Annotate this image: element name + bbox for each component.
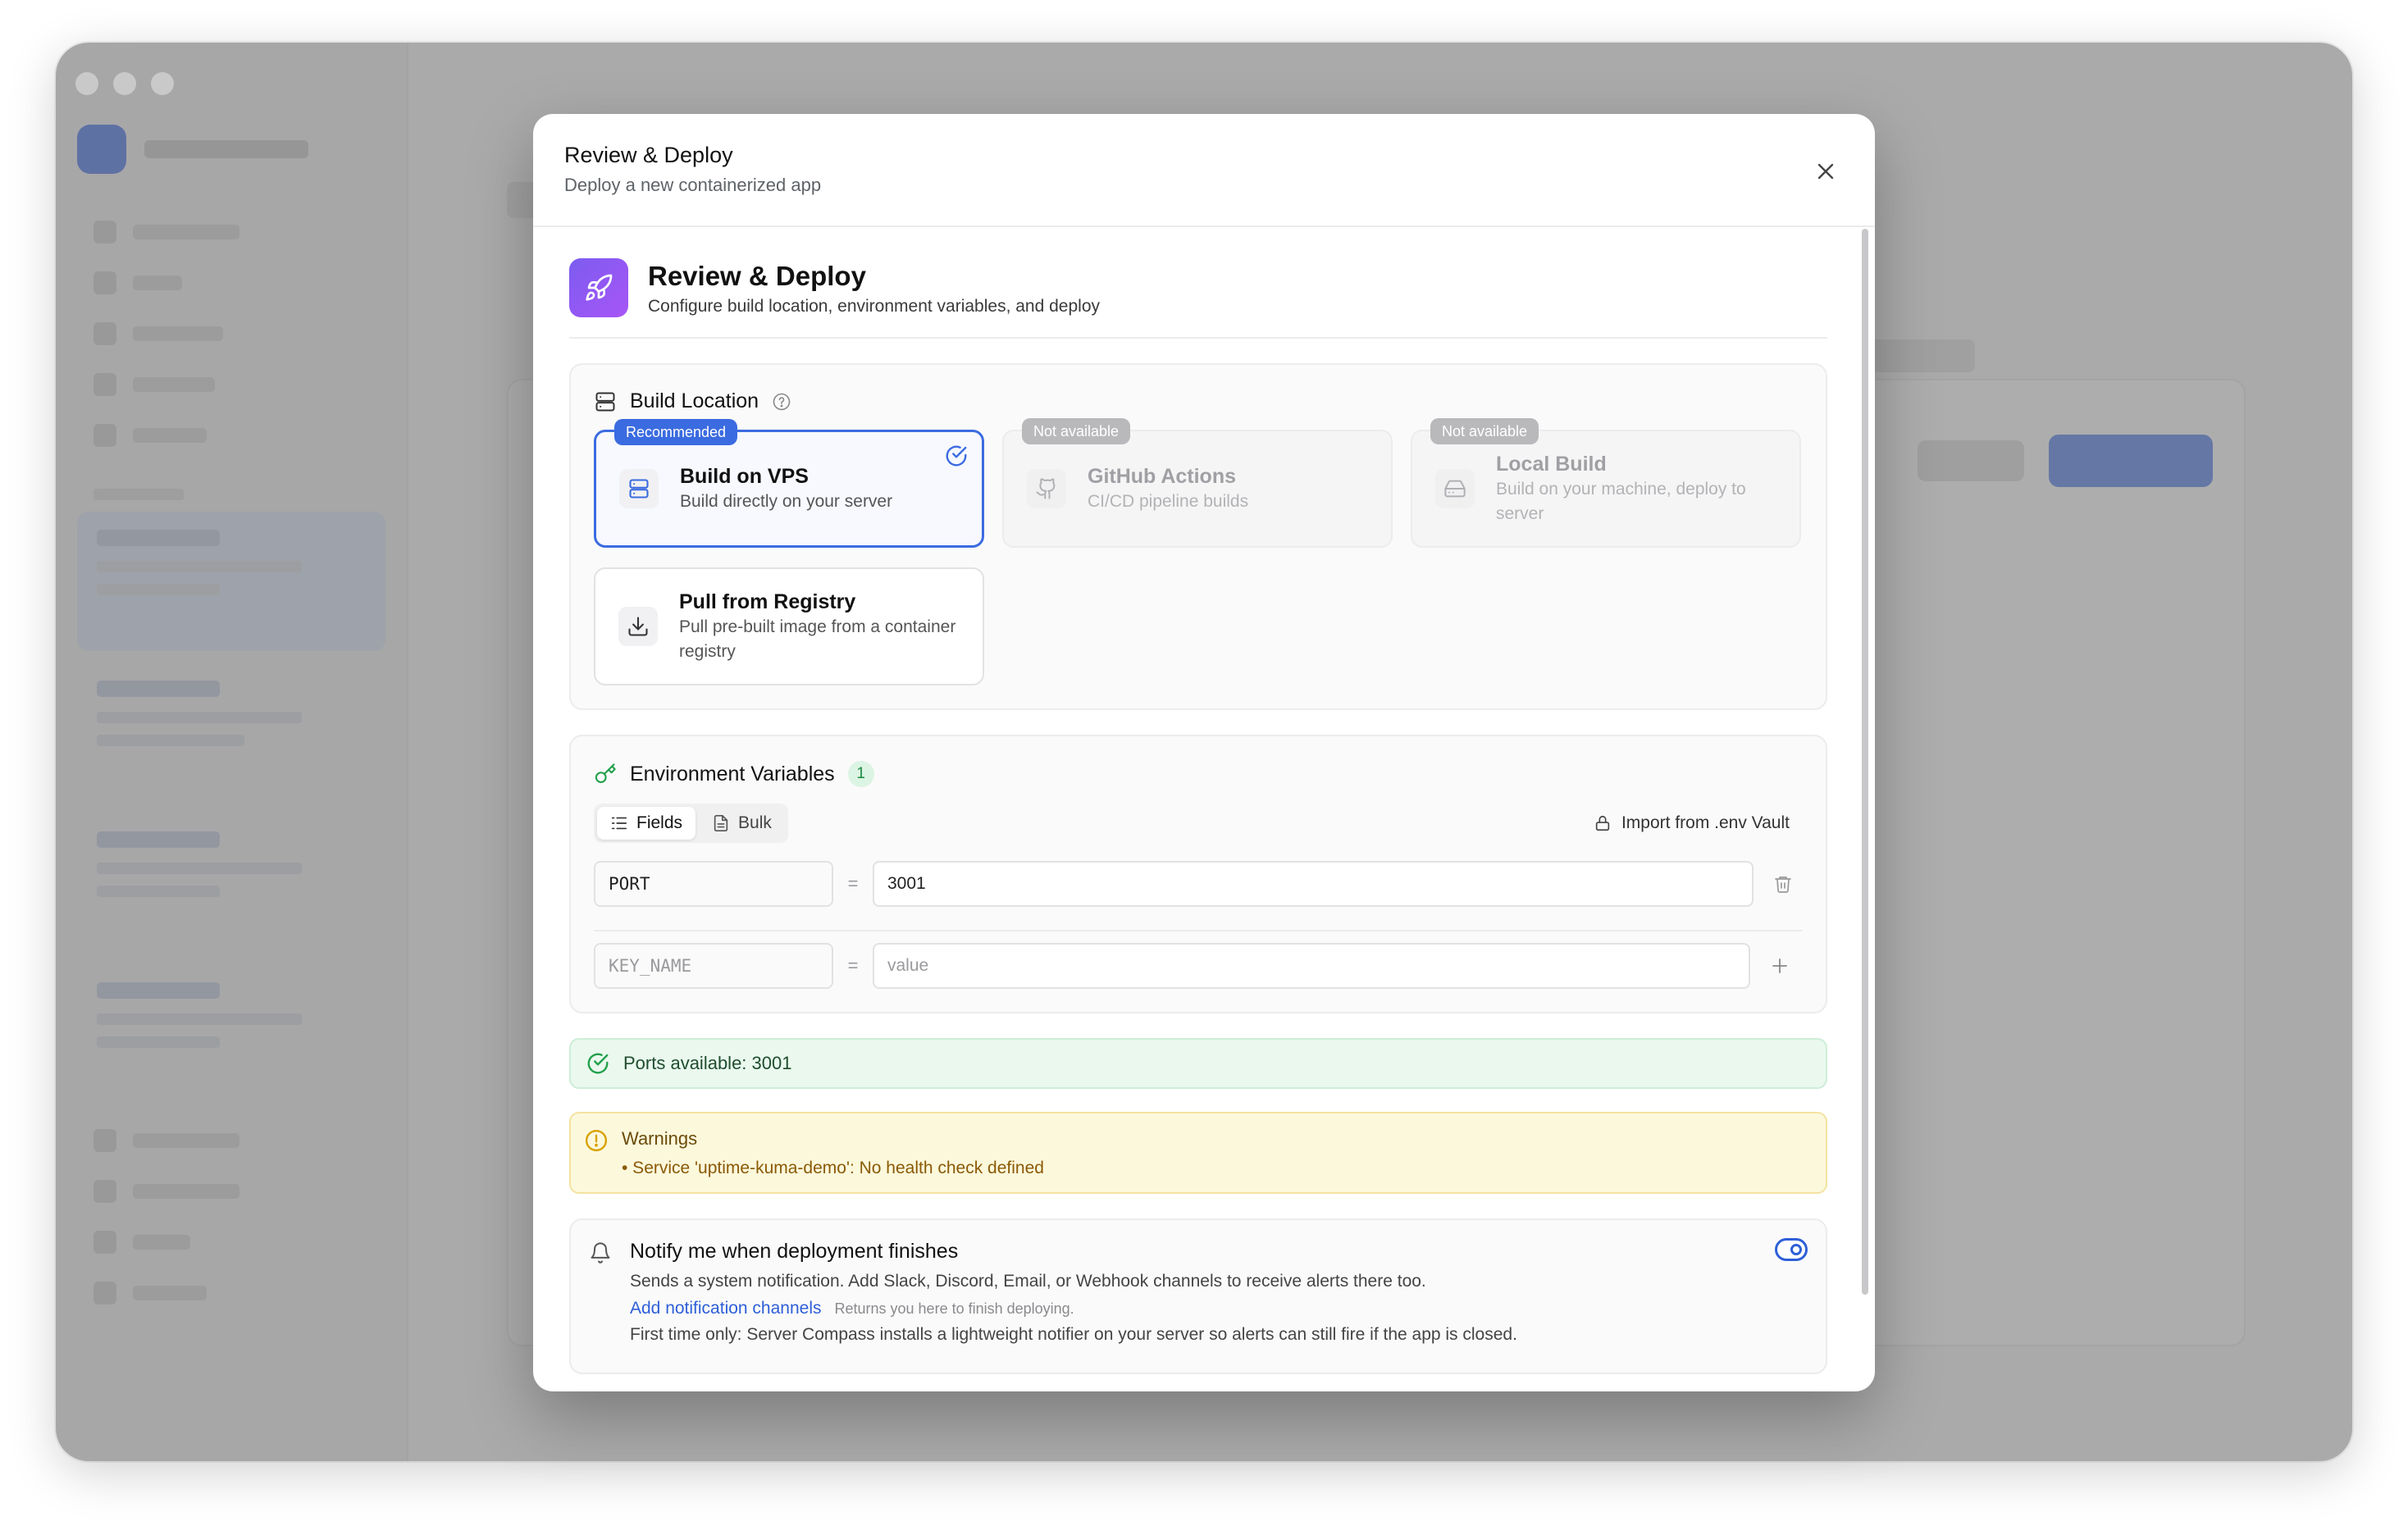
not-available-badge: Not available <box>1022 418 1131 444</box>
trash-icon <box>1775 877 1791 893</box>
window-controls <box>75 72 174 95</box>
minimize-window-dot[interactable] <box>113 72 136 95</box>
rocket-icon <box>569 258 628 317</box>
build-option-vps[interactable]: Recommended Build on VPS Build directly … <box>594 419 984 548</box>
build-option-desc: Pull pre-built image from a container re… <box>679 617 956 661</box>
add-row-button[interactable] <box>1762 956 1798 976</box>
bell-icon <box>591 1242 610 1264</box>
build-option-name: Build on VPS <box>680 465 809 488</box>
ports-available-banner: Ports available: 3001 <box>569 1038 1827 1089</box>
tab-bulk[interactable]: Bulk <box>699 807 785 840</box>
modal-body: Review & Deploy Configure build location… <box>533 227 1875 1391</box>
env-vars-title: Environment Variables <box>630 762 835 785</box>
add-notification-channels-link[interactable]: Add notification channels <box>630 1299 822 1318</box>
not-available-badge: Not available <box>1430 418 1539 444</box>
key-icon <box>594 763 617 785</box>
server-icon <box>594 390 617 413</box>
build-options: Recommended Build on VPS Build directly … <box>594 418 1803 685</box>
github-icon <box>1027 469 1066 508</box>
divider <box>594 930 1803 931</box>
step-header: Review & Deploy Configure build location… <box>569 258 1827 339</box>
import-env-vault-button[interactable]: Import from .env Vault <box>1594 813 1803 833</box>
build-option-desc: CI/CD pipeline builds <box>1088 492 1249 511</box>
check-circle-icon <box>587 1053 609 1074</box>
modal-subtitle: Deploy a new containerized app <box>564 175 822 195</box>
build-option-name: Pull from Registry <box>679 590 856 613</box>
recommended-badge: Recommended <box>614 419 738 445</box>
build-option-registry[interactable]: Pull from Registry Pull pre-built image … <box>594 567 984 685</box>
env-count-badge: 1 <box>847 761 874 787</box>
review-deploy-modal: Review & Deploy Deploy a new containeriz… <box>533 114 1875 1391</box>
step-subtitle: Configure build location, environment va… <box>648 297 1101 316</box>
env-row: PORT = 3001 <box>594 861 1803 907</box>
warnings-banner: Warnings • Service 'uptime-kuma-demo': N… <box>569 1112 1827 1194</box>
modal-header: Review & Deploy Deploy a new containeriz… <box>533 114 1875 227</box>
new-value-input[interactable]: value <box>873 943 1750 989</box>
build-option-local: Not available Local Build Build on your … <box>1411 418 1801 548</box>
plus-icon <box>1772 959 1787 973</box>
help-icon[interactable] <box>772 392 791 412</box>
notify-hint: Returns you here to finish deploying. <box>834 1300 1074 1317</box>
close-window-dot[interactable] <box>75 72 98 95</box>
check-circle-icon <box>944 444 969 472</box>
env-mode-toggle: Fields Bulk <box>594 804 788 843</box>
build-location-section: Build Location Recommended Build on VPS … <box>569 363 1827 710</box>
notify-toggle[interactable] <box>1775 1238 1808 1261</box>
build-option-name: GitHub Actions <box>1088 465 1237 488</box>
equals-sign: = <box>847 955 859 976</box>
build-option-desc: Build on your machine, deploy to server <box>1496 480 1746 523</box>
build-option-name: Local Build <box>1496 453 1607 476</box>
build-location-title: Build Location <box>630 389 759 412</box>
notify-first-time-note: First time only: Server Compass installs… <box>630 1325 1517 1344</box>
step-title: Review & Deploy <box>648 261 866 291</box>
modal-title: Review & Deploy <box>564 143 733 167</box>
build-option-github-actions: Not available GitHub Actions CI/CD pipel… <box>1002 418 1393 548</box>
notify-description: Sends a system notification. Add Slack, … <box>630 1272 1426 1291</box>
env-new-row: KEY_NAME = value <box>594 943 1803 989</box>
file-text-icon <box>714 815 728 831</box>
new-key-input[interactable]: KEY_NAME <box>594 943 833 989</box>
notify-title: Notify me when deployment finishes <box>630 1240 959 1263</box>
alert-circle-icon <box>585 1129 608 1152</box>
server-icon <box>619 469 659 508</box>
env-value-input[interactable]: 3001 <box>873 861 1754 907</box>
download-icon <box>618 607 658 646</box>
env-key-input[interactable]: PORT <box>594 861 833 907</box>
lock-icon <box>1595 815 1610 831</box>
ports-text: Ports available: 3001 <box>623 1053 792 1073</box>
equals-sign: = <box>847 873 859 894</box>
build-option-desc: Build directly on your server <box>680 492 893 511</box>
list-icon <box>611 817 627 830</box>
hard-drive-icon <box>1435 469 1475 508</box>
maximize-window-dot[interactable] <box>151 72 174 95</box>
close-button[interactable] <box>1811 157 1840 186</box>
env-vars-section: Environment Variables 1 Fields Bulk Impo… <box>569 735 1827 1013</box>
tab-fields[interactable]: Fields <box>597 807 696 840</box>
warning-item: • Service 'uptime-kuma-demo': No health … <box>622 1159 1044 1177</box>
close-icon <box>1817 163 1834 180</box>
delete-row-button[interactable] <box>1765 874 1801 894</box>
warnings-title: Warnings <box>622 1128 698 1149</box>
notify-section: Notify me when deployment finishes Sends… <box>569 1218 1827 1374</box>
